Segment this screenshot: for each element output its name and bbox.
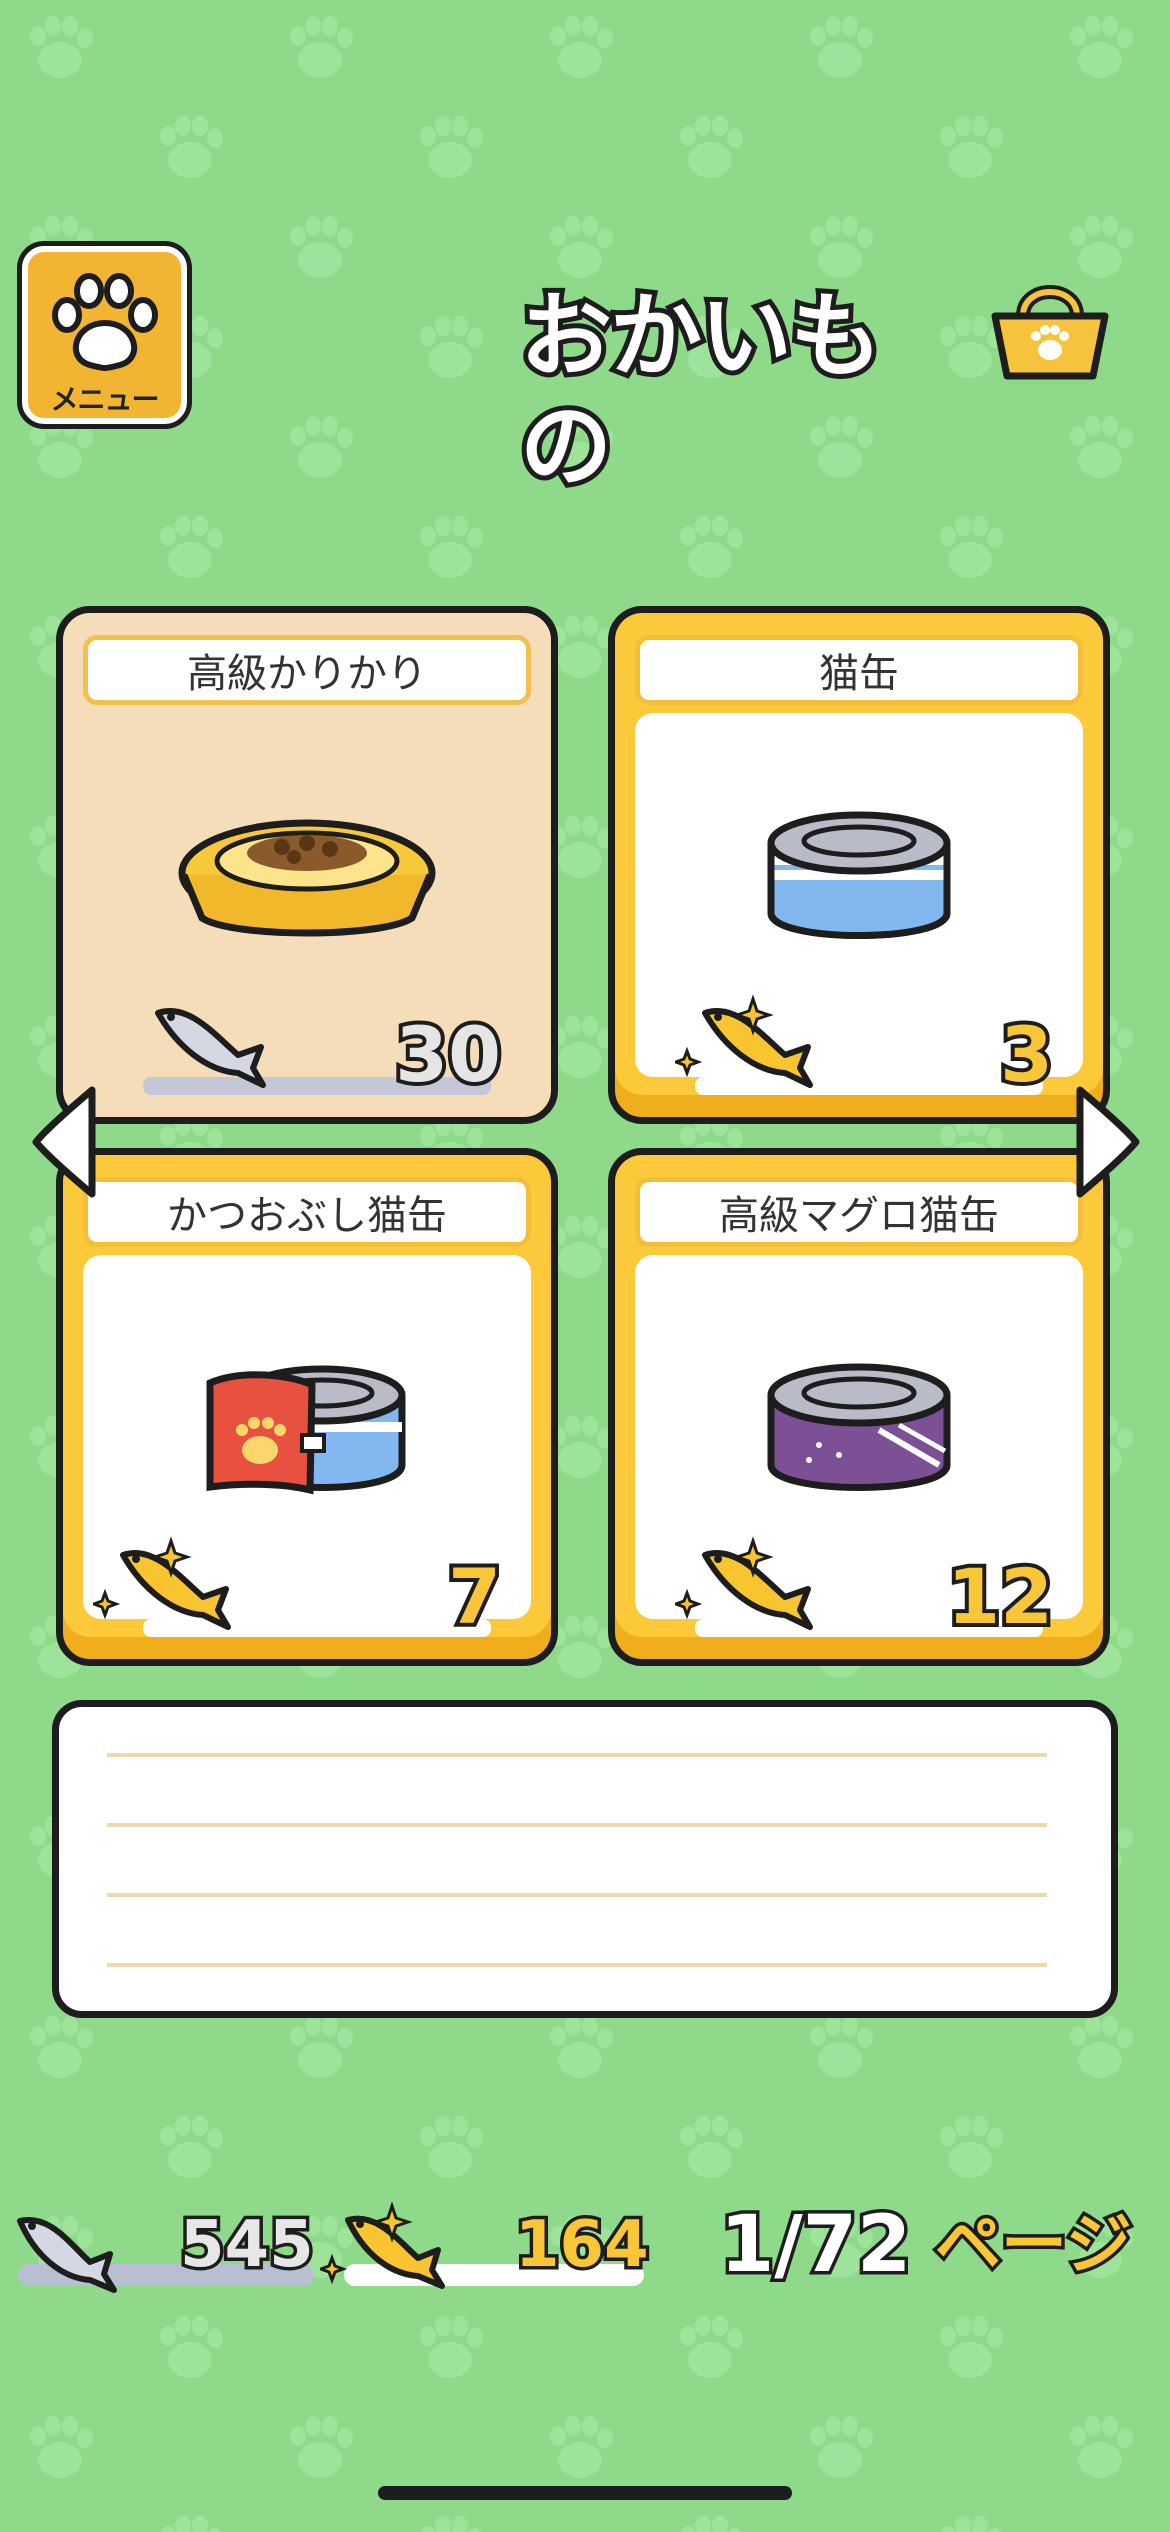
menu-label: メニュー — [50, 383, 159, 416]
shop-item-card[interactable]: 高級マグロ猫缶 12 — [608, 1148, 1110, 1666]
paw-icon — [51, 273, 158, 371]
shop-item-card[interactable]: 高級かりかり 30 — [56, 606, 558, 1124]
item-description-box — [52, 1700, 1118, 2018]
item-price: 30 — [391, 1006, 505, 1103]
shopping-basket-icon — [991, 285, 1109, 380]
item-name: 高級かりかり — [83, 635, 531, 705]
item-price: 3 — [996, 1006, 1057, 1103]
home-indicator[interactable] — [378, 2486, 792, 2500]
tuna-can-purple-icon — [767, 1363, 951, 1491]
silver-fish-icon — [17, 2216, 117, 2293]
item-price: 12 — [943, 1548, 1057, 1645]
gold-fish-icon — [93, 1536, 231, 1630]
item-name: かつおぶし猫缶 — [83, 1177, 531, 1247]
gold-fish-icon — [675, 1536, 813, 1630]
previous-page-arrow-icon[interactable] — [28, 1082, 102, 1202]
gold-fish-count: 164 — [512, 2207, 653, 2284]
next-page-arrow-icon[interactable] — [1070, 1082, 1144, 1202]
silver-fish-icon — [155, 1008, 266, 1088]
item-name: 猫缶 — [635, 635, 1083, 705]
cat-can-blue-icon — [767, 811, 951, 939]
silver-fish-count: 545 — [177, 2207, 318, 2284]
gold-fish-icon — [320, 2201, 445, 2289]
item-price: 7 — [444, 1548, 505, 1645]
menu-button[interactable]: メニュー — [22, 246, 187, 424]
bonito-can-icon — [206, 1365, 406, 1495]
item-name: 高級マグロ猫缶 — [635, 1177, 1083, 1247]
page-label: ページ — [932, 2203, 1136, 2287]
shop-item-card[interactable]: かつおぶし猫缶 7 — [56, 1148, 558, 1666]
food-bowl-icon — [178, 819, 436, 937]
page-number: 1/72 — [716, 2197, 914, 2294]
page-title: おかいもの — [515, 278, 887, 505]
gold-fish-icon — [675, 994, 813, 1088]
shop-item-card[interactable]: 猫缶 3 — [608, 606, 1110, 1124]
